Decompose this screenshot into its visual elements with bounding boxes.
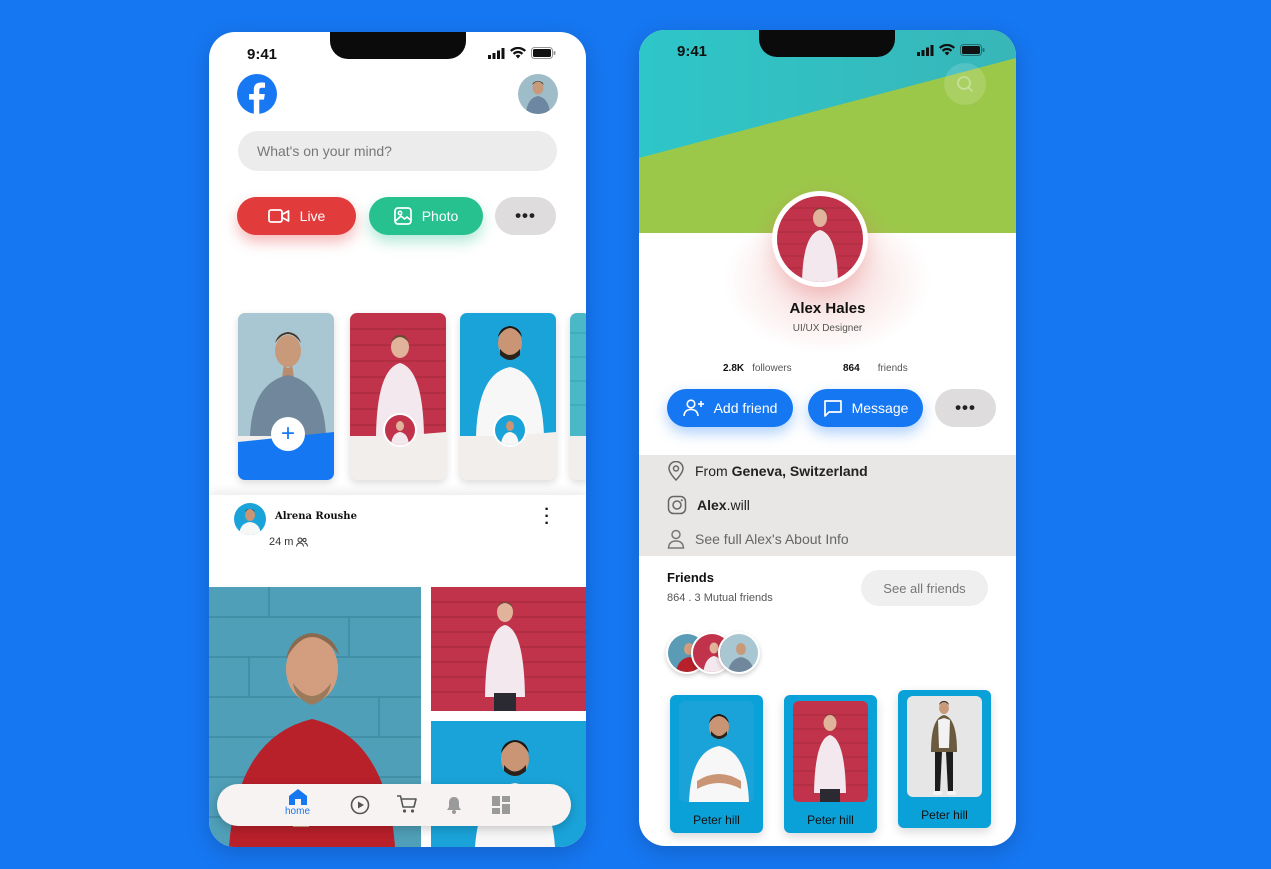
battery-icon <box>531 47 556 59</box>
signal-icon <box>488 47 505 59</box>
about-from-place: Geneva, Switzerland <box>731 463 868 479</box>
mutual-friend-avatar[interactable] <box>718 632 760 674</box>
post-header <box>209 495 586 585</box>
wifi-icon <box>939 44 955 56</box>
friends-subtitle: 864 . 3 Mutual friends <box>667 592 773 604</box>
friends-label: friends <box>877 363 908 374</box>
friend-photo <box>793 701 868 802</box>
about-insta-handle: Alex <box>697 497 727 513</box>
feed-screen: 9:41 What's on your mind? Live Photo •••… <box>209 32 586 847</box>
about-insta-rest: .will <box>726 497 750 513</box>
message-icon <box>823 400 842 417</box>
story-card[interactable] <box>570 313 586 480</box>
story-avatar <box>383 413 417 447</box>
create-story-card[interactable]: + <box>238 313 334 480</box>
message-label: Message <box>851 400 909 416</box>
play-icon <box>350 795 370 815</box>
see-all-friends-button[interactable]: See all friends <box>861 570 988 606</box>
user-icon <box>667 529 685 549</box>
profile-screen: 9:41 Alex Hales UI/UX Designer 2.8K foll… <box>639 30 1016 846</box>
nav-home[interactable]: home <box>285 788 310 817</box>
post-author-name[interactable]: Alrena Roushe <box>275 511 357 522</box>
user-avatar[interactable] <box>518 74 558 114</box>
nav-notifications[interactable] <box>445 795 463 815</box>
add-user-icon <box>682 399 704 417</box>
location-pin-icon <box>668 461 684 481</box>
search-icon <box>957 76 974 93</box>
profile-more-button[interactable]: ••• <box>935 389 996 427</box>
nav-menu[interactable] <box>492 796 510 814</box>
friend-name: Peter hill <box>807 813 854 827</box>
instagram-icon <box>667 495 687 515</box>
friend-card[interactable]: Peter hill <box>898 690 991 828</box>
friends-title: Friends <box>667 570 714 585</box>
post-timestamp: 24 m <box>269 536 309 548</box>
post-composer-input[interactable]: What's on your mind? <box>238 131 557 171</box>
add-story-icon[interactable]: + <box>271 417 305 451</box>
about-instagram[interactable]: Alex.will <box>667 495 750 515</box>
about-from-prefix: From <box>695 463 732 479</box>
about-full-info-label: See full Alex's About Info <box>695 531 849 547</box>
notch <box>759 30 895 57</box>
battery-icon <box>960 44 985 56</box>
friend-name: Peter hill <box>921 808 968 822</box>
cart-icon <box>397 795 417 813</box>
status-time: 9:41 <box>247 46 278 63</box>
video-camera-icon <box>267 209 290 223</box>
photo-label: Photo <box>421 208 459 224</box>
message-button[interactable]: Message <box>808 389 923 427</box>
bottom-navigation: home <box>217 784 571 826</box>
home-icon <box>288 789 307 805</box>
friend-photo <box>679 701 754 802</box>
nav-video[interactable] <box>350 795 370 815</box>
friends-stat[interactable]: 864 friends <box>843 363 908 374</box>
friend-photo <box>907 696 982 797</box>
friends-count: 864 <box>843 363 860 374</box>
grid-menu-icon <box>492 796 510 814</box>
friend-card[interactable]: Peter hill <box>784 695 877 833</box>
status-icons <box>917 44 985 56</box>
profile-role: UI/UX Designer <box>792 323 863 334</box>
post-composer-placeholder: What's on your mind? <box>257 143 392 159</box>
post-time-text: 24 m <box>269 536 294 548</box>
nav-marketplace[interactable] <box>396 794 418 814</box>
live-label: Live <box>299 208 326 224</box>
add-friend-label: Add friend <box>713 400 778 416</box>
notch <box>330 32 466 59</box>
image-icon <box>393 207 412 225</box>
add-friend-button[interactable]: Add friend <box>667 389 793 427</box>
photo-button[interactable]: Photo <box>369 197 483 235</box>
friend-name: Peter hill <box>693 813 740 827</box>
followers-stat[interactable]: 2.8K followers <box>723 363 792 374</box>
status-icons <box>488 47 556 59</box>
story-card[interactable] <box>460 313 556 480</box>
post-image[interactable] <box>431 587 586 711</box>
facebook-logo-icon[interactable] <box>237 74 277 114</box>
status-time: 9:41 <box>677 43 708 60</box>
nav-home-label: home <box>285 806 311 817</box>
about-location: From Geneva, Switzerland <box>667 461 868 481</box>
wifi-icon <box>510 47 526 59</box>
profile-picture[interactable] <box>772 191 868 287</box>
followers-label: followers <box>752 363 792 374</box>
bell-icon <box>447 797 461 814</box>
friend-card[interactable]: Peter hill <box>670 695 763 833</box>
story-photo <box>570 313 586 436</box>
post-menu-icon[interactable]: · · · <box>543 502 551 532</box>
search-button[interactable] <box>944 63 986 105</box>
story-card[interactable] <box>350 313 446 480</box>
post-author-avatar[interactable] <box>234 503 266 535</box>
about-section: From Geneva, Switzerland Alex.will See f… <box>639 455 1016 556</box>
friends-audience-icon <box>296 537 309 547</box>
followers-count: 2.8K <box>723 363 745 374</box>
story-avatar <box>493 413 527 447</box>
signal-icon <box>917 44 934 56</box>
live-button[interactable]: Live <box>237 197 356 235</box>
about-full-info-link[interactable]: See full Alex's About Info <box>667 529 849 549</box>
more-options-button[interactable]: ••• <box>495 197 556 235</box>
profile-name: Alex Hales <box>789 300 866 317</box>
